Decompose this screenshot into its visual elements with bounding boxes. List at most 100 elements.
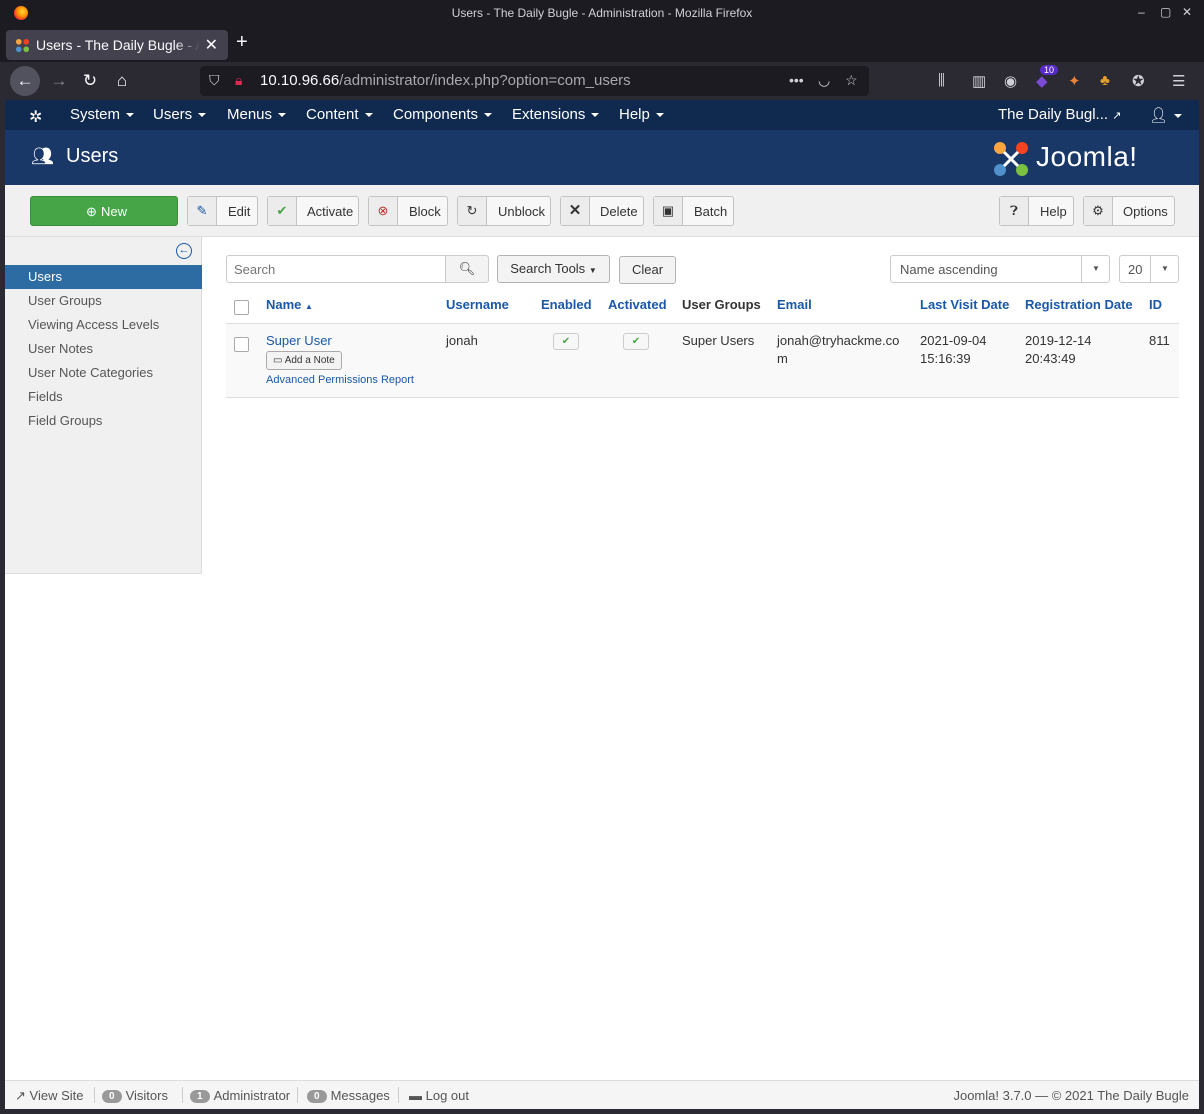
maximize-icon[interactable]: ▢	[1160, 5, 1171, 19]
page-header: 👥︎ Users Joomla!	[5, 130, 1199, 185]
col-id[interactable]: ID	[1149, 297, 1162, 312]
unblock-button[interactable]: ↻ Unblock	[457, 196, 551, 226]
select-all-checkbox[interactable]	[234, 300, 249, 315]
site-link[interactable]: The Daily Bugl... ↗	[998, 106, 1121, 123]
delete-button[interactable]: ✕ Delete	[560, 196, 644, 226]
col-email[interactable]: Email	[777, 297, 812, 312]
clear-button[interactable]: Clear	[619, 256, 676, 284]
sidebar-item-field-groups[interactable]: Field Groups	[5, 409, 202, 433]
logout-link[interactable]: ▬ Log out	[409, 1088, 469, 1103]
row-checkbox[interactable]	[234, 337, 249, 352]
shield-icon[interactable]: ⛉	[209, 72, 220, 89]
menu-users[interactable]: Users	[153, 106, 207, 123]
search-input[interactable]	[226, 255, 446, 283]
sidebar-item-fields[interactable]: Fields	[5, 385, 202, 409]
view-site-link[interactable]: ↗ View Site	[15, 1088, 84, 1104]
id-cell: 811	[1149, 333, 1170, 348]
col-activated[interactable]: Activated	[608, 297, 667, 312]
col-last-visit-date[interactable]: Last Visit Date	[920, 297, 1009, 312]
menu-menus[interactable]: Menus	[227, 106, 287, 123]
col-name[interactable]: Name ▲	[266, 297, 313, 312]
insecure-lock-icon[interactable]: 🔒︎	[235, 72, 242, 89]
bookmark-star-icon[interactable]: ☆	[845, 72, 858, 89]
url-bar[interactable]: ⛉ 🔒︎ 10.10.96.66/administrator/index.php…	[200, 66, 869, 96]
col-enabled[interactable]: Enabled	[541, 297, 592, 312]
close-window-icon[interactable]: ✕	[1182, 5, 1192, 19]
sidebar-item-users[interactable]: Users	[5, 265, 202, 289]
permissions-report-link[interactable]: Advanced Permissions Report	[266, 371, 414, 389]
chevron-down-icon: ▼	[1081, 256, 1110, 282]
block-icon: ⊗	[369, 197, 398, 225]
ordering-select[interactable]: Name ascending ▼	[890, 255, 1110, 283]
sidebar-item-user-note-categories[interactable]: User Note Categories	[5, 361, 202, 385]
question-icon: ❓︎	[1000, 197, 1029, 225]
window-title: Users - The Daily Bugle - Administration…	[451, 6, 753, 20]
col-username[interactable]: Username	[446, 297, 509, 312]
forward-icon[interactable]: →	[44, 66, 74, 96]
back-icon[interactable]: ←	[10, 66, 40, 96]
menu-system[interactable]: System	[70, 106, 135, 123]
sidebar-icon[interactable]: ▥	[972, 72, 986, 90]
cookie-icon[interactable]: ✪	[1132, 72, 1145, 90]
menu-components[interactable]: Components	[393, 106, 493, 123]
messages-link[interactable]: 0 Messages	[307, 1088, 390, 1103]
account-icon[interactable]: ◉	[1004, 72, 1017, 90]
activate-button[interactable]: ✔ Activate	[267, 196, 359, 226]
foxyproxy-icon[interactable]: ✦	[1068, 72, 1081, 90]
caret-down-icon: ▼	[588, 266, 597, 275]
help-button[interactable]: ❓︎ Help	[999, 196, 1074, 226]
page-actions-icon[interactable]: •••	[789, 72, 804, 88]
batch-button[interactable]: ▣ Batch	[653, 196, 734, 226]
navigation-toolbar: ← → ↻ ⌂ ⛉ 🔒︎ 10.10.96.66/administrator/i…	[0, 62, 1204, 100]
note-icon: ▭	[273, 355, 283, 366]
divider	[297, 1087, 298, 1103]
block-button[interactable]: ⊗ Block	[368, 196, 448, 226]
agent-icon[interactable]: ♣	[1100, 72, 1110, 89]
menu-extensions[interactable]: Extensions	[512, 106, 600, 123]
user-menu[interactable]: 👤︎	[1149, 106, 1183, 124]
search-tools-button[interactable]: Search Tools ▼	[497, 255, 610, 283]
external-link-icon: ↗	[15, 1088, 26, 1103]
enabled-toggle-check-icon[interactable]: ✔	[553, 333, 579, 350]
tab-users[interactable]: Users - The Daily Bugle - Administration…	[6, 30, 228, 60]
library-icon[interactable]: ⫼	[938, 72, 945, 89]
col-user-groups: User Groups	[682, 297, 761, 312]
divider	[94, 1087, 95, 1103]
reload-icon[interactable]: ↻	[75, 66, 105, 96]
administrator-status: 1 Administrator	[190, 1088, 290, 1103]
col-registration-date[interactable]: Registration Date	[1025, 297, 1133, 312]
sidebar-item-user-notes[interactable]: User Notes	[5, 337, 202, 361]
search-icon: 🔍︎	[458, 261, 476, 276]
edit-button[interactable]: ✎ Edit	[187, 196, 258, 226]
sort-ascending-icon: ▲	[305, 302, 313, 311]
copyright-text: Joomla! 3.7.0 — © 2021 The Daily Bugle	[953, 1088, 1189, 1103]
hamburger-menu-icon[interactable]: ☰	[1172, 72, 1185, 90]
url-text[interactable]: 10.10.96.66/administrator/index.php?opti…	[260, 72, 631, 89]
chevron-down-icon: ▼	[1150, 256, 1179, 282]
new-tab-icon[interactable]: +	[236, 31, 248, 54]
sidebar-item-user-groups[interactable]: User Groups	[5, 289, 202, 313]
add-note-button[interactable]: ▭ Add a Note	[266, 351, 342, 370]
external-link-icon: ↗	[1112, 110, 1122, 122]
search-button[interactable]: 🔍︎	[445, 255, 489, 283]
registration-cell: 2019-12-14 20:43:49	[1025, 333, 1092, 366]
sidebar-item-viewing-access-levels[interactable]: Viewing Access Levels	[5, 313, 202, 337]
window-titlebar: Users - The Daily Bugle - Administration…	[0, 0, 1204, 28]
joomla-menu-logo-icon[interactable]: ✲	[29, 107, 42, 127]
options-button[interactable]: ⚙ Options	[1083, 196, 1175, 226]
collapse-sidebar-icon[interactable]: ←	[176, 243, 192, 259]
page-title: Users	[66, 145, 119, 167]
user-name-link[interactable]: Super User	[266, 332, 332, 350]
extension-badge: 10	[1040, 65, 1059, 75]
minimize-icon[interactable]: ‒	[1138, 5, 1145, 19]
limit-select[interactable]: 20 ▼	[1119, 255, 1179, 283]
batch-icon: ▣	[654, 197, 683, 225]
home-icon[interactable]: ⌂	[107, 66, 137, 96]
close-tab-icon[interactable]: ✕	[205, 35, 218, 55]
menu-help[interactable]: Help	[619, 106, 664, 123]
menu-content[interactable]: Content	[306, 106, 373, 123]
pocket-icon[interactable]: ◡	[818, 72, 830, 89]
delete-icon: ✕	[561, 197, 590, 225]
new-button[interactable]: ⊕ New	[30, 196, 178, 226]
activated-check-icon[interactable]: ✔	[623, 333, 649, 350]
